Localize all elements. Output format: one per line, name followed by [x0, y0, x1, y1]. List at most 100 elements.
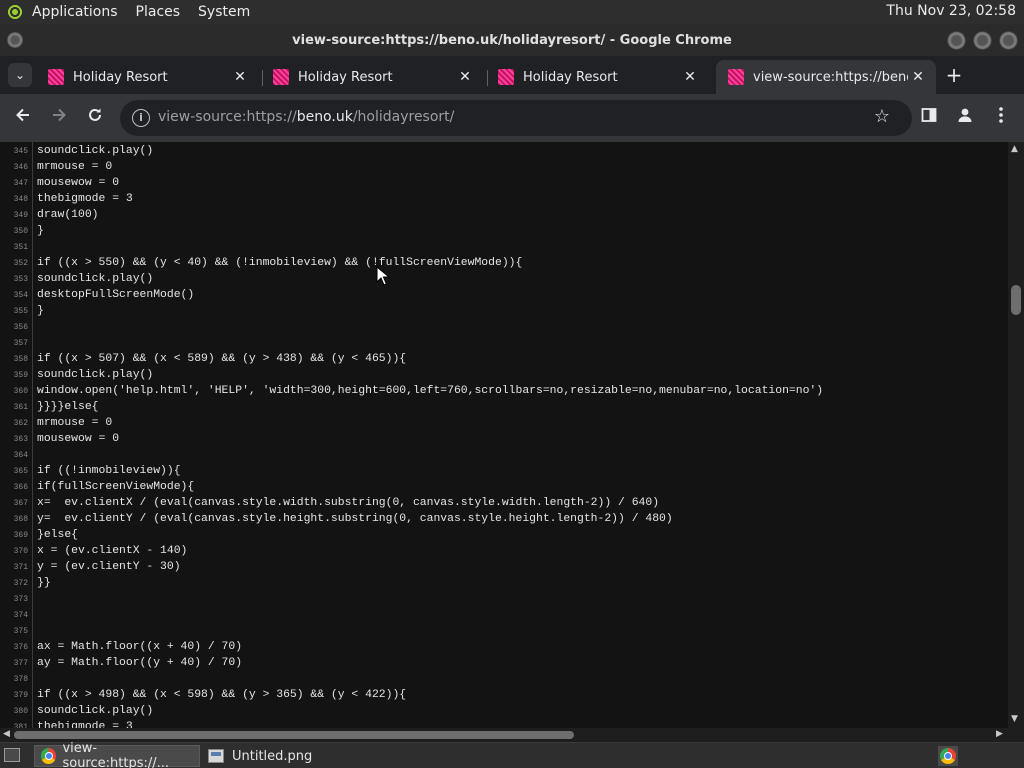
- tab-title: view-source:https://beno.uk: [753, 69, 908, 85]
- close-icon[interactable]: ✕: [908, 69, 928, 85]
- tab-search-button[interactable]: ⌄: [8, 63, 32, 87]
- profile-button[interactable]: [953, 106, 977, 130]
- chevron-down-icon: ⌄: [14, 68, 26, 82]
- scroll-up-arrow-icon[interactable]: ▲: [1011, 144, 1018, 154]
- tab-holiday-resort-2[interactable]: Holiday Resort ✕: [261, 60, 483, 94]
- menu-places[interactable]: Places: [136, 4, 181, 20]
- minimize-button[interactable]: [947, 31, 966, 50]
- back-button[interactable]: [11, 106, 35, 130]
- scroll-down-arrow-icon[interactable]: ▼: [1011, 714, 1018, 724]
- source-line: 374: [0, 607, 1008, 623]
- source-line: 345 soundclick.play(): [0, 143, 1008, 159]
- tab-title: Holiday Resort: [298, 69, 393, 85]
- line-number: 345: [13, 147, 28, 156]
- source-code-text: y= ev.clientY / (eval(canvas.style.heigh…: [37, 513, 673, 525]
- source-line: 348 thebigmode = 3: [0, 191, 1008, 207]
- tab-holiday-resort-3[interactable]: Holiday Resort ✕: [486, 60, 708, 94]
- window-menu-icon[interactable]: [7, 32, 23, 48]
- source-code-text: if ((!inmobileview)){: [37, 465, 181, 477]
- line-number: 369: [13, 531, 28, 540]
- source-line: 373: [0, 591, 1008, 607]
- close-icon[interactable]: ✕: [230, 69, 250, 85]
- source-code-text: if ((x > 550) && (y < 40) && (!inmobilev…: [37, 257, 523, 269]
- browser-menu-button[interactable]: [989, 106, 1013, 130]
- source-line: 351: [0, 239, 1008, 255]
- source-line: 352 if ((x > 550) && (y < 40) && (!inmobi…: [0, 255, 1008, 271]
- source-code-text: mousewow = 0: [37, 433, 120, 445]
- view-source-content[interactable]: 345 soundclick.play() 346 mrmouse = 0 347 mou…: [0, 142, 1008, 728]
- source-line: 371 y = (ev.clientY - 30): [0, 559, 1008, 575]
- source-code-text: }: [37, 225, 44, 237]
- close-icon[interactable]: ✕: [680, 69, 700, 85]
- site-info-icon[interactable]: i: [132, 109, 150, 127]
- account-icon: [958, 108, 972, 122]
- source-code-text: }}}}else{: [37, 401, 99, 413]
- horizontal-scroll-thumb[interactable]: [14, 731, 574, 739]
- new-tab-button[interactable]: +: [942, 65, 966, 86]
- source-line: 346 mrmouse = 0: [0, 159, 1008, 175]
- side-panel-button[interactable]: [917, 106, 941, 130]
- side-panel-icon: [921, 108, 937, 122]
- close-window-button[interactable]: [999, 31, 1018, 50]
- source-line: 347 mousewow = 0: [0, 175, 1008, 191]
- tab-holiday-resort-1[interactable]: Holiday Resort ✕: [36, 60, 258, 94]
- source-code-text: soundclick.play(): [37, 145, 154, 157]
- source-code-text: desktopFullScreenMode(): [37, 289, 195, 301]
- source-line: 349 draw(100): [0, 207, 1008, 223]
- tab-view-source[interactable]: view-source:https://beno.uk ✕: [716, 60, 936, 94]
- line-number: 349: [13, 211, 28, 220]
- scroll-right-arrow-icon[interactable]: ▶: [996, 729, 1003, 739]
- source-code-text: y = (ev.clientY - 30): [37, 561, 181, 573]
- line-number: 357: [13, 339, 28, 348]
- source-line: 358 if ((x > 507) && (x < 589) && (y > 43…: [0, 351, 1008, 367]
- site-favicon-icon: [498, 69, 514, 85]
- line-number: 379: [13, 691, 28, 700]
- source-line: 355}: [0, 303, 1008, 319]
- tab-title: Holiday Resort: [73, 69, 168, 85]
- tray-chrome-launcher[interactable]: [938, 746, 958, 766]
- source-line: 354 desktopFullScreenMode(): [0, 287, 1008, 303]
- source-line: 356: [0, 319, 1008, 335]
- taskbar-item-untitled-png[interactable]: Untitled.png: [202, 745, 392, 767]
- source-line: 364: [0, 447, 1008, 463]
- maximize-button[interactable]: [973, 31, 992, 50]
- distro-logo-icon[interactable]: [6, 3, 24, 21]
- source-line: 378: [0, 671, 1008, 687]
- menu-applications[interactable]: Applications: [32, 4, 118, 20]
- source-code-text: if ((x > 507) && (x < 589) && (y > 438) …: [37, 353, 407, 365]
- line-number: 371: [13, 563, 28, 572]
- line-number: 360: [13, 387, 28, 396]
- bookmark-star-icon[interactable]: ☆: [874, 106, 890, 127]
- source-line: 350}: [0, 223, 1008, 239]
- show-desktop-icon[interactable]: [4, 748, 20, 762]
- taskbar-item-label: view-source:https://...: [62, 741, 170, 768]
- address-bar[interactable]: i view-source:https://beno.uk/holidayres…: [120, 100, 912, 136]
- vertical-scroll-thumb[interactable]: [1011, 285, 1021, 315]
- panel-clock[interactable]: Thu Nov 23, 02:58: [886, 3, 1016, 19]
- source-line: 370 x = (ev.clientX - 140): [0, 543, 1008, 559]
- source-code-text: thebigmode = 3: [37, 721, 133, 728]
- window-title: view-source:https://beno.uk/holidayresor…: [292, 32, 732, 48]
- line-number: 352: [13, 259, 28, 268]
- window-titlebar[interactable]: view-source:https://beno.uk/holidayresor…: [0, 24, 1024, 56]
- taskbar-item-chrome[interactable]: view-source:https://...: [34, 741, 200, 768]
- line-number: 361: [13, 403, 28, 412]
- horizontal-scrollbar[interactable]: ◀ ▶: [0, 728, 1008, 742]
- scroll-left-arrow-icon[interactable]: ◀: [3, 729, 10, 739]
- top-panel: Applications Places System Thu Nov 23, 0…: [0, 0, 1024, 24]
- source-code-text: ax = Math.floor((x + 40) / 70): [37, 641, 243, 653]
- source-code-text: window.open('help.html', 'HELP', 'width=…: [37, 385, 824, 397]
- forward-button[interactable]: [47, 106, 71, 130]
- source-line: 366 if(fullScreenViewMode){: [0, 479, 1008, 495]
- reload-button[interactable]: [83, 106, 107, 130]
- line-number: 346: [13, 163, 28, 172]
- close-icon[interactable]: ✕: [455, 69, 475, 85]
- source-code-text: }}: [37, 577, 51, 589]
- chrome-icon: [940, 748, 956, 764]
- line-number: 359: [13, 371, 28, 380]
- address-url[interactable]: view-source:https://beno.uk/holidayresor…: [158, 109, 454, 125]
- vertical-scrollbar[interactable]: ▲ ▼: [1008, 142, 1024, 728]
- line-number: 365: [13, 467, 28, 476]
- menu-system[interactable]: System: [198, 4, 250, 20]
- source-code-text: soundclick.play(): [37, 273, 154, 285]
